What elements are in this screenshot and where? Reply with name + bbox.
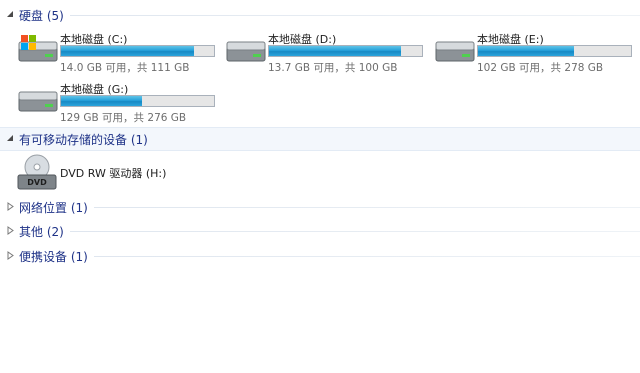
drive-name: DVD RW 驱动器 (H:) xyxy=(60,167,167,180)
drive-size-text: 14.0 GB 可用，共 111 GB xyxy=(60,62,190,74)
group-title: 便携设备 (1) xyxy=(19,250,88,264)
drive-item-e[interactable]: 本地磁盘 (E:) 102 GB 可用，共 278 GB xyxy=(434,31,639,77)
dvd-drive-icon: DVD xyxy=(17,154,57,190)
group-divider xyxy=(70,231,640,232)
windows-drive-icon xyxy=(18,35,58,62)
drive-usage-bar xyxy=(60,95,215,107)
dvd-icon-label: DVD xyxy=(27,178,47,187)
drive-item-d[interactable]: 本地磁盘 (D:) 13.7 GB 可用，共 100 GB xyxy=(225,31,430,77)
hard-drive-icon xyxy=(435,41,475,62)
group-divider xyxy=(94,207,640,208)
drive-size-text: 129 GB 可用，共 276 GB xyxy=(60,112,187,124)
hard-drive-icon xyxy=(226,41,266,62)
group-title: 有可移动存储的设备 (1) xyxy=(19,133,148,147)
hard-drive-icon xyxy=(18,91,58,112)
group-title: 网络位置 (1) xyxy=(19,201,88,215)
group-divider xyxy=(94,256,640,257)
expand-arrow-icon[interactable] xyxy=(6,226,15,235)
drive-usage-bar xyxy=(60,45,215,57)
drive-size-text: 13.7 GB 可用，共 100 GB xyxy=(268,62,398,74)
group-header-other[interactable]: 其他 (2) xyxy=(0,220,640,242)
drive-item-c[interactable]: 本地磁盘 (C:) 14.0 GB 可用，共 111 GB xyxy=(17,31,222,77)
group-divider xyxy=(70,15,640,16)
expand-arrow-icon[interactable] xyxy=(6,251,15,260)
expand-arrow-icon[interactable] xyxy=(6,202,15,211)
group-header-network[interactable]: 网络位置 (1) xyxy=(0,196,640,218)
drive-size-text: 102 GB 可用，共 278 GB xyxy=(477,62,604,74)
collapse-arrow-icon[interactable] xyxy=(6,134,15,143)
drive-usage-bar xyxy=(477,45,632,57)
dvd-drive-item[interactable]: DVD DVD RW 驱动器 (H:) xyxy=(17,153,217,195)
group-title: 其他 (2) xyxy=(19,225,64,239)
drive-usage-bar xyxy=(268,45,423,57)
group-header-portable[interactable]: 便携设备 (1) xyxy=(0,245,640,267)
drive-item-g[interactable]: 本地磁盘 (G:) 129 GB 可用，共 276 GB xyxy=(17,81,222,127)
group-header-hard-disks[interactable]: 硬盘 (5) xyxy=(0,4,640,26)
group-header-removable[interactable]: 有可移动存储的设备 (1) xyxy=(0,127,640,151)
group-title: 硬盘 (5) xyxy=(19,9,64,23)
collapse-arrow-icon[interactable] xyxy=(6,10,15,19)
